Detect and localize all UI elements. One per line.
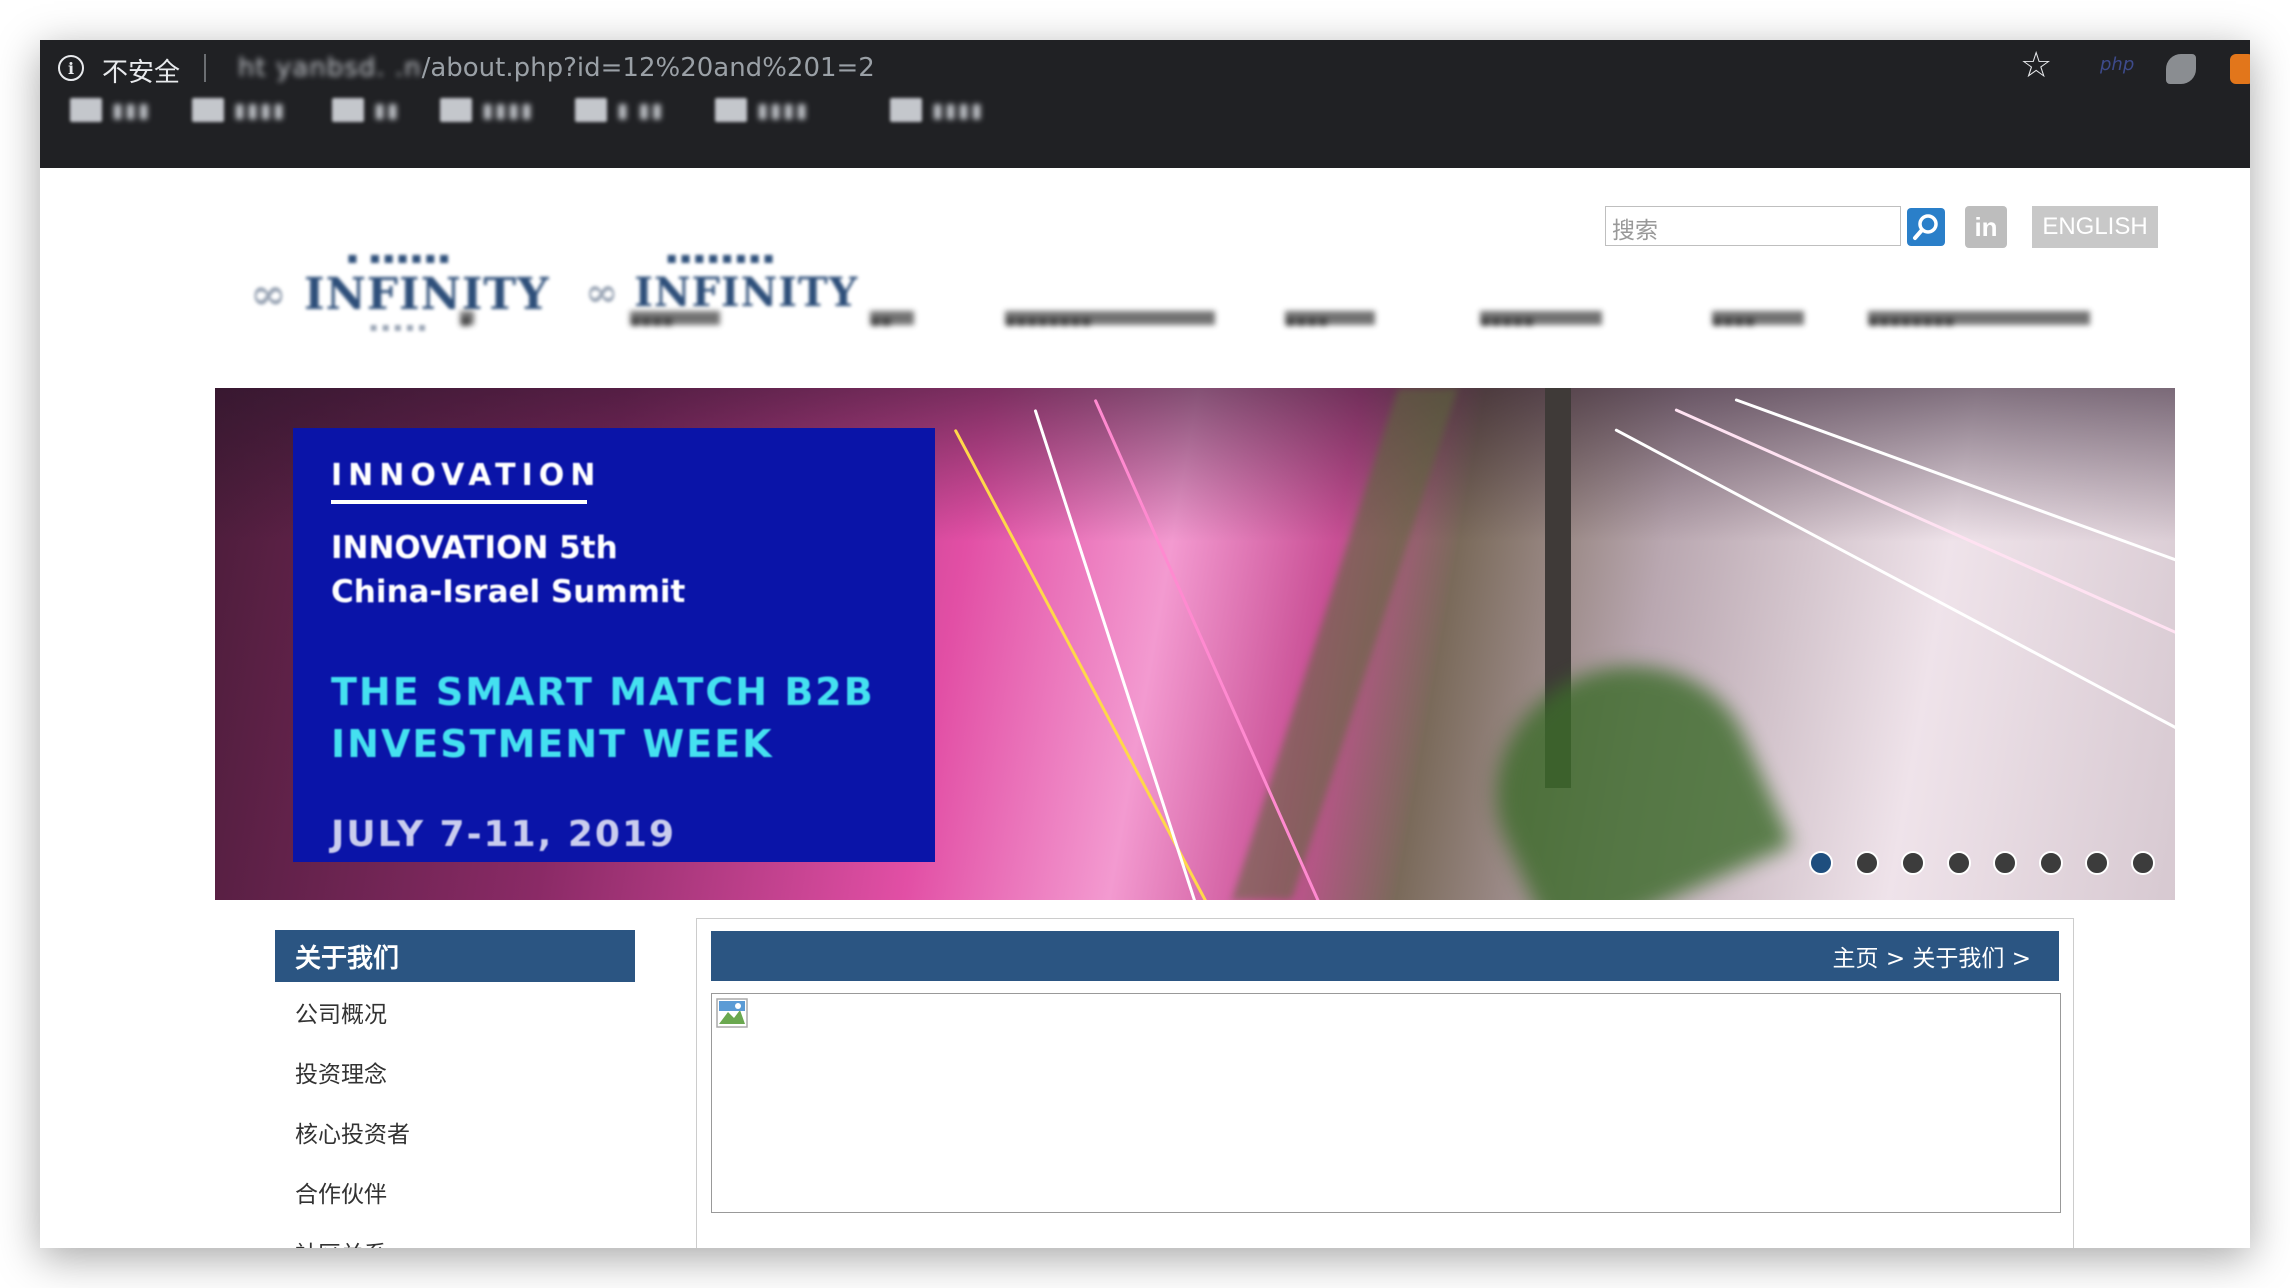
security-label[interactable]: 不安全 <box>102 52 180 89</box>
banner-headline: THE SMART MATCH B2B INVESTMENT WEEK <box>331 670 875 766</box>
breadcrumb[interactable]: 主页 > 关于我们 > <box>711 931 2059 981</box>
carousel-dot[interactable] <box>1901 851 1925 875</box>
banner-tag-underline <box>331 500 587 504</box>
sidebar-item-partners[interactable]: 合作伙伴 <box>275 1162 635 1222</box>
bookmark-item[interactable]: ▮▮▮▮ <box>440 98 534 122</box>
folder-icon <box>715 98 747 122</box>
bookmark-item[interactable]: ▮▮▮▮ <box>890 98 984 122</box>
carousel-dots <box>1809 851 2155 875</box>
bookmark-item[interactable]: ▮ ▮▮ <box>575 98 664 122</box>
sidebar-title: 关于我们 <box>275 930 635 982</box>
folder-icon <box>440 98 472 122</box>
nav-item[interactable]: ▪▪▪▪▪ <box>1480 298 1602 338</box>
content-panel: 主页 > 关于我们 > <box>696 918 2074 1248</box>
folder-icon <box>332 98 364 122</box>
carousel-dot[interactable] <box>2085 851 2109 875</box>
fox-extension-icon[interactable] <box>2230 54 2250 84</box>
browser-window: i 不安全 ht yanbsd. .n/about.php?id=12%20an… <box>40 40 2250 1248</box>
banner-subtitle: INNOVATION 5th China-Israel Summit <box>331 530 686 610</box>
leaf-extension-icon[interactable] <box>2166 54 2196 84</box>
carousel-dot[interactable] <box>2039 851 2063 875</box>
bookmark-item[interactable]: ▮▮▮ <box>70 98 151 122</box>
bookmark-item[interactable]: ▮▮▮▮ <box>192 98 286 122</box>
folder-icon <box>192 98 224 122</box>
browser-chrome: i 不安全 ht yanbsd. .n/about.php?id=12%20an… <box>40 40 2250 168</box>
sidebar-item-community-relations[interactable]: 社区关系 <box>275 1222 635 1248</box>
folder-icon <box>70 98 102 122</box>
folder-icon <box>575 98 607 122</box>
nav-item[interactable]: ▪▪▪▪▪▪▪▪ <box>1005 298 1215 338</box>
linkedin-button[interactable]: in <box>1965 206 2007 248</box>
folder-icon <box>890 98 922 122</box>
address-divider <box>204 54 206 82</box>
carousel-dot[interactable] <box>2131 851 2155 875</box>
light-streak <box>1674 408 2175 696</box>
banner-background-tree <box>1231 388 1459 900</box>
bookmark-item[interactable]: ▮▮▮▮ <box>715 98 809 122</box>
url-path: /about.php?id=12%20and%201=2 <box>421 53 875 83</box>
php-extension-icon[interactable]: php <box>2100 54 2134 75</box>
nav-item[interactable]: ▪ <box>460 298 474 338</box>
nav-item[interactable]: ▪▪ <box>870 298 914 338</box>
nav-item[interactable]: ▪▪▪▪ <box>1285 298 1375 338</box>
carousel-dot[interactable] <box>1855 851 1879 875</box>
search-icon <box>1913 214 1938 240</box>
banner-event-card: INNOVATION INNOVATION 5th China-Israel S… <box>293 428 935 862</box>
bookmark-item[interactable]: ▮▮ <box>332 98 400 122</box>
url-host-redacted: ht yanbsd. .n <box>238 53 422 83</box>
search-button[interactable] <box>1907 208 1945 246</box>
nav-item[interactable]: ▪▪▪▪▪▪▪▪ <box>1868 298 2090 338</box>
carousel-dot[interactable] <box>1993 851 2017 875</box>
banner-date: JULY 7-11, 2019 <box>331 814 677 855</box>
web-page: ▪ ▪▪▪▪▪▪ ∞ INFINITY ▪▪▪▪▪ ▪▪▪▪▪▪▪▪ ∞ INF… <box>40 168 2250 1248</box>
about-sidebar: 关于我们 公司概况 投资理念 核心投资者 合作伙伴 社区关系 <box>275 930 635 1248</box>
sidebar-item-core-investors[interactable]: 核心投资者 <box>275 1102 635 1162</box>
nav-item[interactable]: ▪▪▪▪ <box>1712 298 1804 338</box>
sidebar-item-investment-philosophy[interactable]: 投资理念 <box>275 1042 635 1102</box>
broken-image-icon <box>716 998 748 1028</box>
content-frame <box>711 993 2061 1213</box>
main-nav: ▪ ▪▪▪▪ ▪▪ ▪▪▪▪▪▪▪▪ ▪▪▪▪ ▪▪▪▪▪ ▪▪▪▪ ▪▪▪▪▪… <box>400 298 2100 338</box>
hero-banner[interactable]: INNOVATION INNOVATION 5th China-Israel S… <box>215 388 2175 900</box>
carousel-dot[interactable] <box>1809 851 1833 875</box>
sidebar-item-company-overview[interactable]: 公司概况 <box>275 982 635 1042</box>
carousel-dot[interactable] <box>1947 851 1971 875</box>
light-streak <box>1033 409 1253 900</box>
nav-item[interactable]: ▪▪▪▪ <box>630 298 720 338</box>
bookmark-star-icon[interactable]: ☆ <box>2020 48 2052 84</box>
banner-tag: INNOVATION <box>331 458 602 493</box>
banner-background-bushes <box>1457 625 1793 900</box>
search-input[interactable]: 搜索 <box>1605 206 1901 246</box>
info-icon[interactable]: i <box>58 55 84 81</box>
address-bar[interactable]: i 不安全 ht yanbsd. .n/about.php?id=12%20an… <box>40 40 2250 96</box>
english-button[interactable]: ENGLISH <box>2032 206 2158 248</box>
url-text[interactable]: ht yanbsd. .n/about.php?id=12%20and%201=… <box>238 53 875 83</box>
